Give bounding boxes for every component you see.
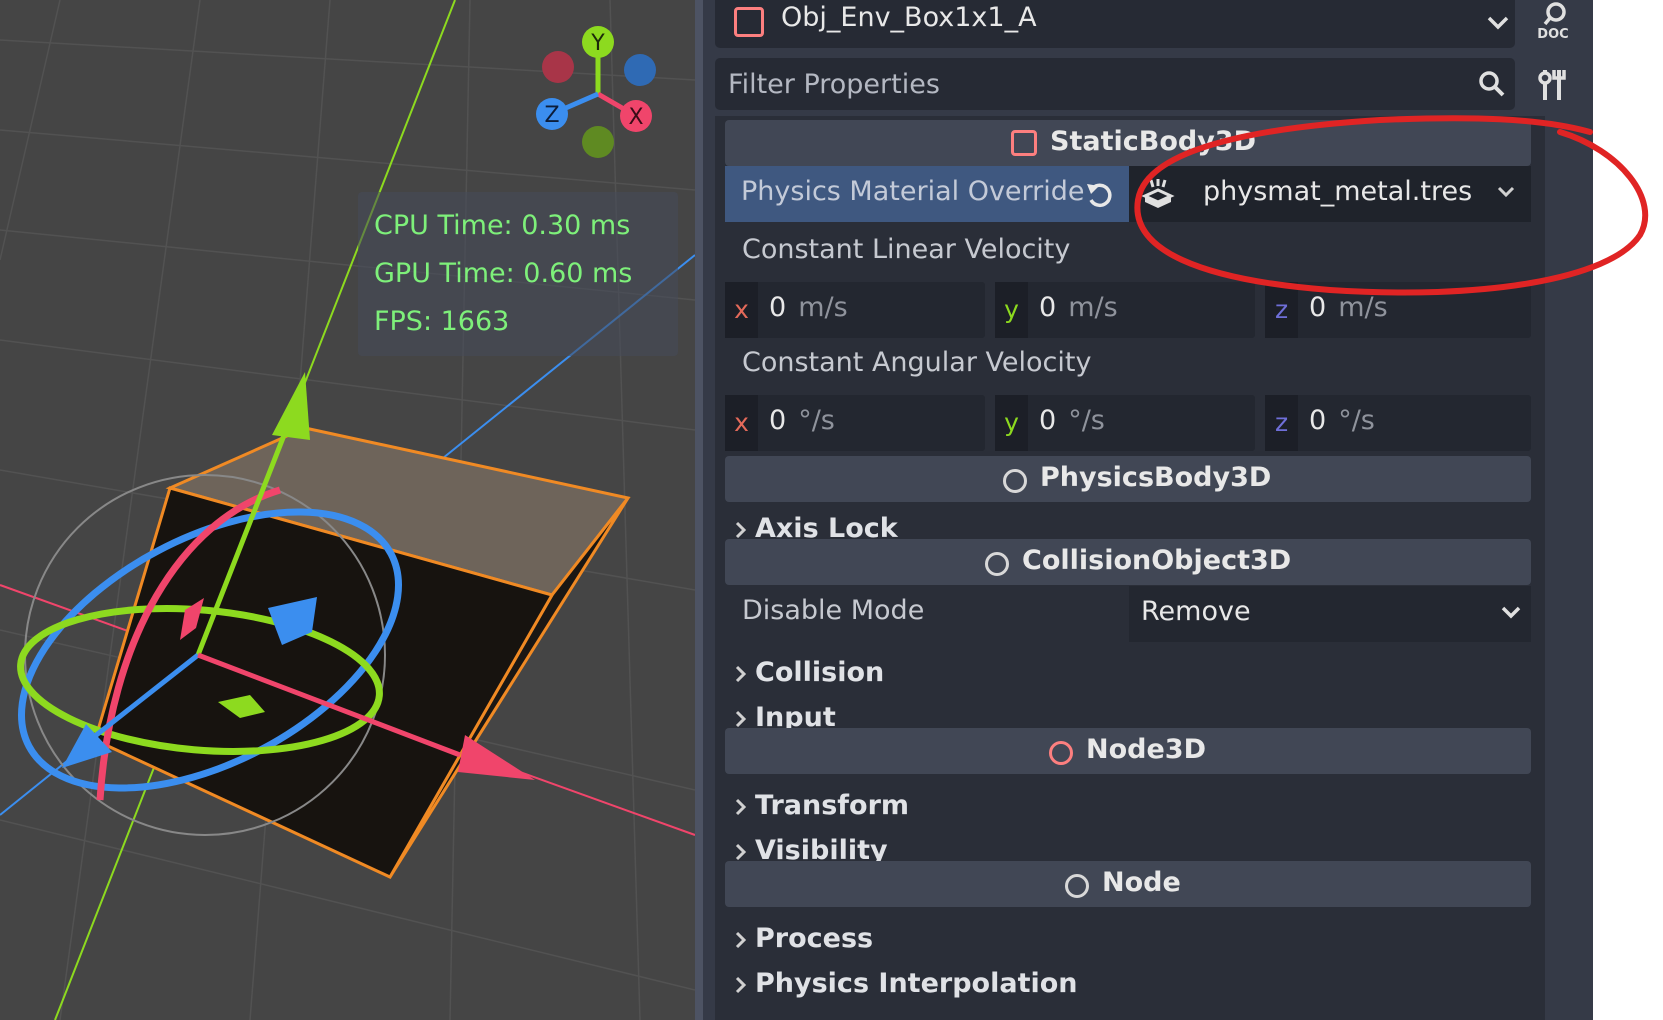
cpu-time-text: CPU Time: 0.30 ms (374, 210, 631, 241)
angular-velocity-y-field[interactable]: y 0 °/s (995, 395, 1255, 451)
axis-x-label: x (725, 395, 758, 451)
node3d-icon (1049, 741, 1073, 765)
object-selector[interactable]: Obj_Env_Box1x1_A (715, 0, 1515, 48)
revert-icon[interactable] (1085, 180, 1115, 208)
collision-object-icon (985, 552, 1009, 576)
linear-velocity-z-value: 0 (1309, 292, 1327, 323)
linear-velocity-x-field[interactable]: x 0 m/s (725, 282, 985, 338)
orientation-gizmo[interactable]: Y X Z (530, 22, 670, 172)
linear-velocity-x-value: 0 (769, 292, 787, 323)
angular-velocity-unit: °/s (798, 405, 835, 436)
angular-velocity-z-value: 0 (1309, 405, 1327, 436)
property-list[interactable]: StaticBody3D Physics Material Override p… (715, 116, 1545, 1020)
y-axis-label: Y (590, 31, 605, 56)
chevron-right-icon (735, 521, 747, 539)
neg-z-axis-handle[interactable] (624, 54, 656, 86)
physics-material-override-label-box: Physics Material Override (725, 166, 1129, 222)
gpu-time-text: GPU Time: 0.60 ms (374, 258, 633, 289)
neg-y-axis-handle[interactable] (582, 126, 614, 158)
object-name: Obj_Env_Box1x1_A (781, 2, 1037, 33)
group-transform-label: Transform (755, 790, 910, 821)
tools-icon[interactable] (1528, 62, 1578, 108)
disable-mode-dropdown[interactable]: Remove (1129, 586, 1531, 642)
fps-text: FPS: 1663 (374, 306, 510, 337)
selected-box-mesh[interactable] (93, 426, 631, 879)
filter-properties-input[interactable] (715, 58, 1475, 110)
group-collision-label: Collision (755, 657, 885, 688)
axis-y-label: y (995, 395, 1028, 451)
neg-x-axis-handle[interactable] (542, 51, 574, 83)
chevron-down-icon[interactable] (1485, 10, 1511, 36)
section-staticbody3d: StaticBody3D (725, 120, 1531, 166)
group-process[interactable]: Process (725, 918, 1531, 962)
constant-linear-velocity-label: Constant Linear Velocity (742, 234, 1071, 265)
section-node3d-title: Node3D (1086, 734, 1206, 765)
group-transform[interactable]: Transform (725, 785, 1531, 829)
node-icon (1065, 874, 1089, 898)
static-body-icon (734, 7, 764, 37)
axis-y-label: y (995, 282, 1028, 338)
chevron-down-icon (1501, 606, 1521, 619)
section-physicsbody3d-title: PhysicsBody3D (1040, 462, 1272, 493)
angular-velocity-y-value: 0 (1039, 405, 1057, 436)
panel-splitter[interactable] (695, 0, 703, 1020)
group-physics-interpolation-label: Physics Interpolation (755, 968, 1078, 999)
chevron-right-icon (735, 798, 747, 816)
inspector-panel: Obj_Env_Box1x1_A DOC StaticBody3D Physic… (703, 0, 1593, 1020)
section-collisionobject3d-title: CollisionObject3D (1022, 545, 1292, 576)
group-process-label: Process (755, 923, 874, 954)
physics-material-resource-picker[interactable]: physmat_metal.tres (1129, 166, 1531, 222)
constant-angular-velocity-label: Constant Angular Velocity (742, 347, 1092, 378)
z-axis-label: Z (544, 103, 559, 128)
linear-velocity-unit: m/s (1068, 292, 1118, 323)
angular-velocity-unit: °/s (1068, 405, 1105, 436)
physics-body-icon (1003, 469, 1027, 493)
section-node3d: Node3D (725, 728, 1531, 774)
performance-overlay: CPU Time: 0.30 ms GPU Time: 0.60 ms FPS:… (358, 192, 678, 356)
linear-velocity-unit: m/s (798, 292, 848, 323)
filter-properties-bar (715, 58, 1515, 110)
disable-mode-label: Disable Mode (742, 595, 925, 626)
chevron-down-icon[interactable] (1495, 180, 1517, 202)
chevron-right-icon (735, 665, 747, 683)
section-staticbody3d-title: StaticBody3D (1050, 126, 1256, 157)
angular-velocity-z-field[interactable]: z 0 °/s (1265, 395, 1531, 451)
linear-velocity-z-field[interactable]: z 0 m/s (1265, 282, 1531, 338)
physics-material-icon (1141, 179, 1175, 208)
section-collisionobject3d: CollisionObject3D (725, 539, 1531, 585)
angular-velocity-x-value: 0 (769, 405, 787, 436)
chevron-right-icon (735, 843, 747, 861)
doc-search-icon[interactable]: DOC (1528, 0, 1578, 48)
chevron-right-icon (735, 710, 747, 728)
linear-velocity-y-field[interactable]: y 0 m/s (995, 282, 1255, 338)
doc-label: DOC (1537, 27, 1568, 42)
section-physicsbody3d: PhysicsBody3D (725, 456, 1531, 502)
group-physics-interpolation[interactable]: Physics Interpolation (725, 963, 1531, 1007)
physics-material-override-label: Physics Material Override (741, 176, 1085, 207)
angular-velocity-x-field[interactable]: x 0 °/s (725, 395, 985, 451)
axis-z-label: z (1265, 395, 1298, 451)
static-body-icon (1011, 130, 1037, 156)
angular-velocity-unit: °/s (1338, 405, 1375, 436)
disable-mode-value: Remove (1141, 596, 1251, 627)
axis-x-label: x (725, 282, 758, 338)
linear-velocity-y-value: 0 (1039, 292, 1057, 323)
physics-material-value: physmat_metal.tres (1203, 176, 1473, 207)
x-axis-label: X (628, 105, 643, 130)
axis-z-label: z (1265, 282, 1298, 338)
group-collision[interactable]: Collision (725, 652, 1531, 696)
search-icon (1479, 71, 1505, 97)
section-node: Node (725, 861, 1531, 907)
linear-velocity-unit: m/s (1338, 292, 1388, 323)
3d-viewport[interactable]: Y X Z CPU Time: 0.30 ms GPU Time: 0.60 m… (0, 0, 695, 1020)
section-node-title: Node (1102, 867, 1181, 898)
physics-material-override-row: Physics Material Override physmat_metal.… (725, 166, 1531, 222)
chevron-right-icon (735, 976, 747, 994)
chevron-right-icon (735, 931, 747, 949)
